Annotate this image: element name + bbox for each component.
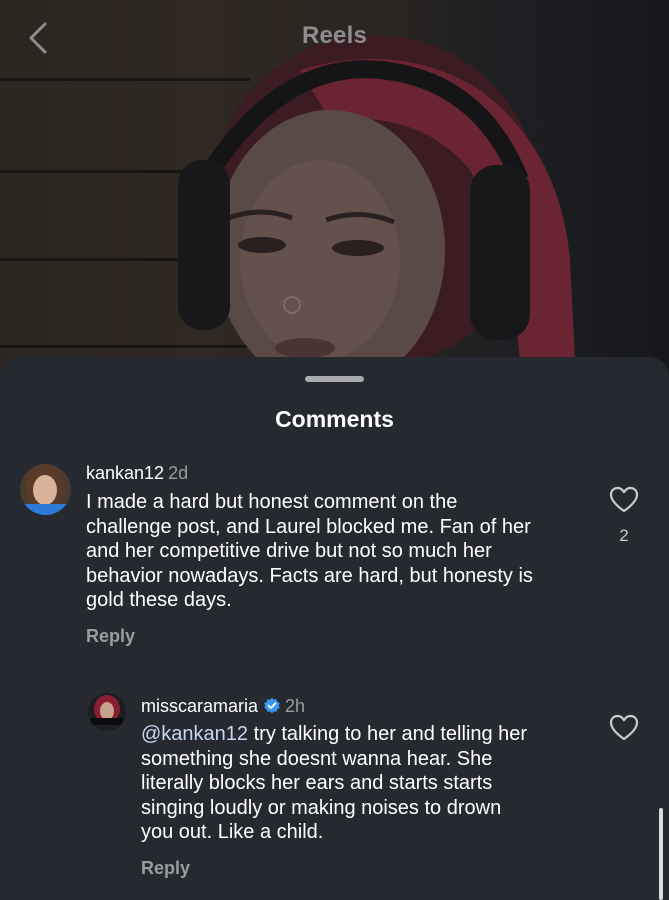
scrollbar[interactable] (659, 808, 663, 900)
heart-outline-icon (609, 486, 639, 513)
like-count: 2 (619, 526, 629, 545)
reply-button[interactable]: Reply (141, 858, 190, 879)
drag-handle[interactable] (305, 376, 364, 382)
verified-badge-icon (264, 697, 280, 714)
reply-timestamp: 2h (285, 696, 306, 716)
reply-button[interactable]: Reply (86, 626, 135, 647)
avatar-image (88, 693, 126, 731)
avatar[interactable] (20, 464, 71, 515)
comment-username[interactable]: kankan12 (86, 463, 164, 483)
comment-header: kankan12 2d (86, 462, 188, 484)
reply-text-rest: something she doesnt wanna hear. She lit… (141, 747, 502, 844)
like-button[interactable] (608, 712, 640, 744)
comment-text: I made a hard but honest comment on the … (86, 491, 533, 611)
reply-text: @kankan12 try talking to her and telling… (141, 722, 601, 845)
reply-text-first-line: try talking to her and telling her (248, 723, 528, 745)
avatar-image (20, 464, 71, 515)
heart-outline-icon (609, 714, 639, 741)
avatar[interactable] (88, 693, 126, 731)
comment-timestamp: 2d (168, 463, 189, 483)
like-button[interactable] (608, 484, 640, 516)
sheet-title: Comments (275, 406, 394, 432)
reels-comments-screen: Reels Comments kankan12 2d I made a hard … (0, 0, 669, 900)
mention-link[interactable]: @kankan12 (141, 723, 248, 745)
top-bar: Reels (0, 0, 669, 80)
page-title: Reels (301, 22, 368, 49)
reply-header: misscaramaria 2h (141, 695, 305, 717)
reply-username[interactable]: misscaramaria (141, 696, 258, 716)
